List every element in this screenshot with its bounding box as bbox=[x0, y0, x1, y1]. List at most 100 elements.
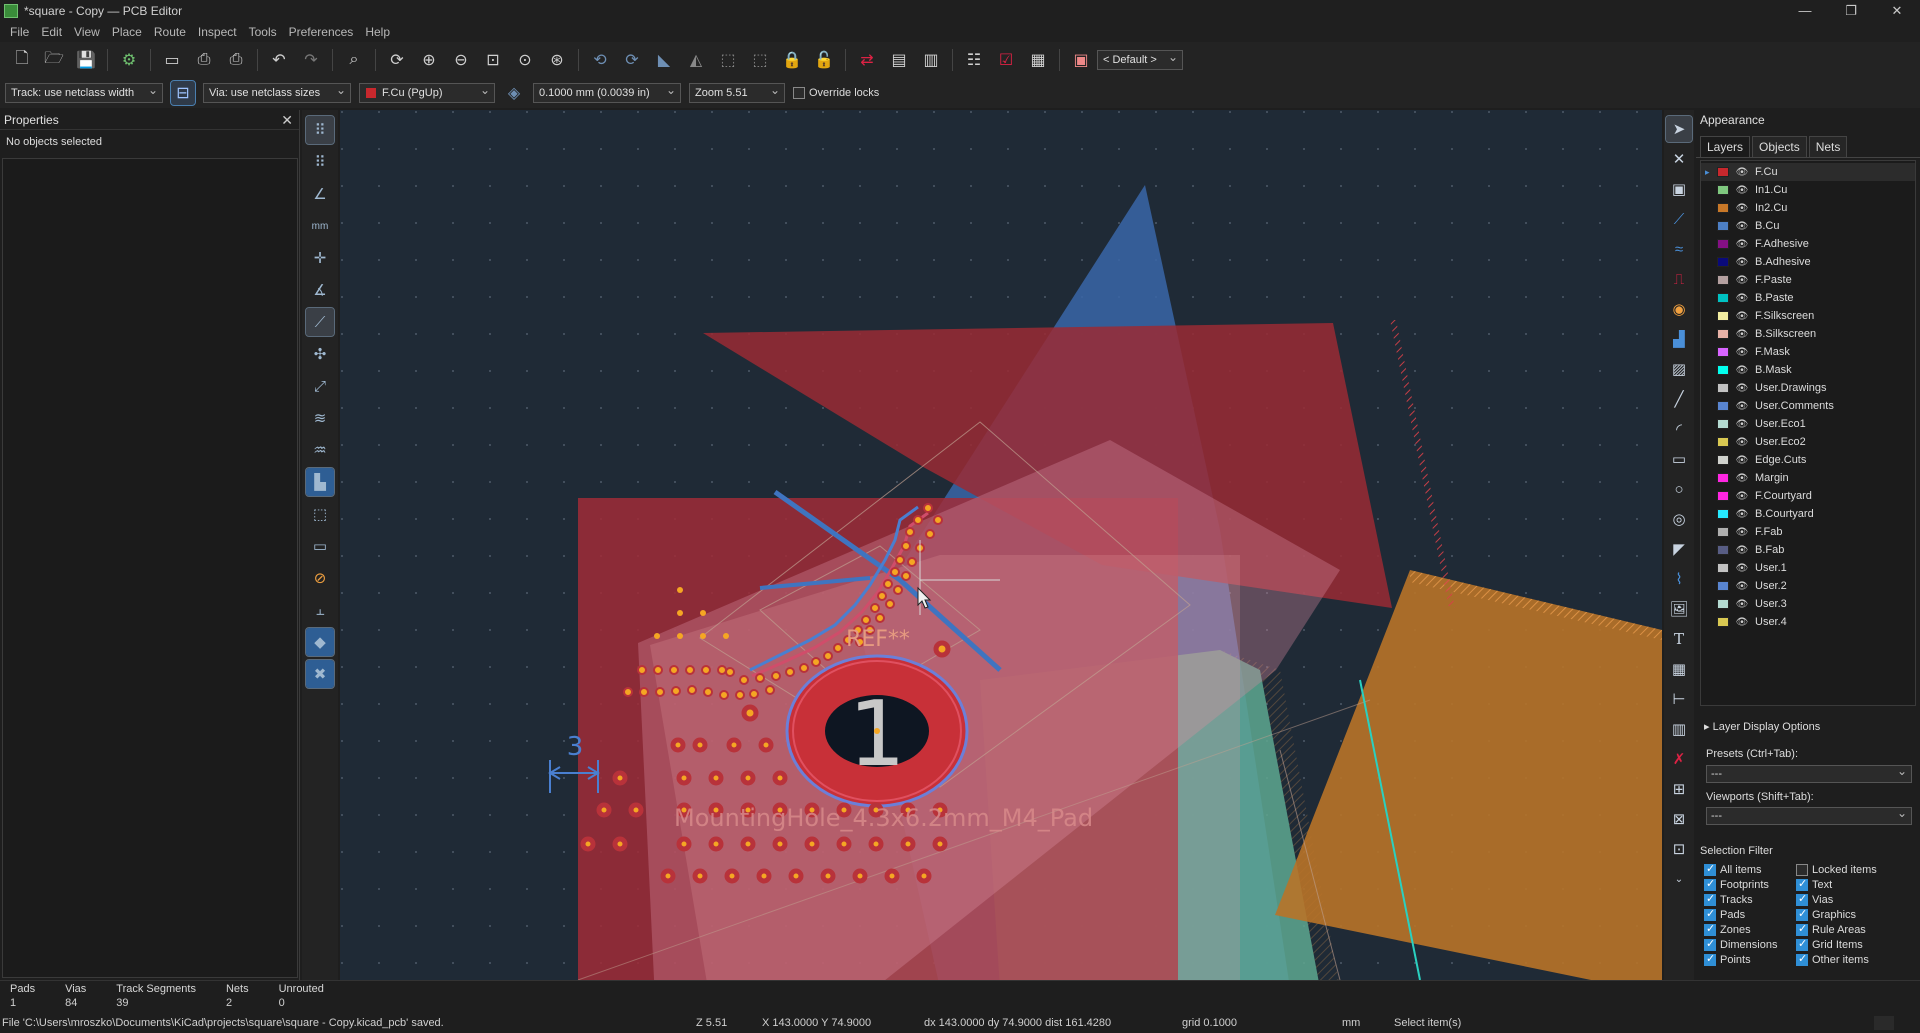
layer-row[interactable]: 👁 F.Paste bbox=[1701, 271, 1915, 289]
selection-filter-checkbox[interactable] bbox=[1704, 952, 1716, 966]
layer-row[interactable]: 👁 User.4 bbox=[1701, 613, 1915, 631]
selection-filter-item[interactable]: Zones bbox=[1704, 922, 1796, 936]
layer-row[interactable]: 👁 B.Fab bbox=[1701, 541, 1915, 559]
selection-filter-checkbox[interactable] bbox=[1796, 952, 1808, 966]
plot-icon[interactable]: ⎙ bbox=[223, 47, 249, 73]
visibility-eye-icon[interactable]: 👁 bbox=[1735, 221, 1749, 232]
visibility-eye-icon[interactable]: 👁 bbox=[1735, 581, 1749, 592]
viewport-preset-select[interactable]: < Default > bbox=[1097, 48, 1183, 70]
redo-icon[interactable]: ↷ bbox=[298, 47, 324, 73]
layer-color-swatch[interactable] bbox=[1717, 599, 1729, 609]
track-outline-icon[interactable]: ⫠ bbox=[306, 596, 334, 624]
grid-select[interactable]: 0.1000 mm (0.0039 in) bbox=[533, 81, 681, 103]
layer-row[interactable]: 👁 F.Courtyard bbox=[1701, 487, 1915, 505]
angle-snap-icon[interactable]: ∡ bbox=[306, 276, 334, 304]
units-mm-icon[interactable]: mm bbox=[306, 212, 334, 240]
zoom-fit-icon[interactable]: ⊡ bbox=[480, 47, 506, 73]
draw-line-icon[interactable]: ╱ bbox=[1666, 386, 1692, 412]
grid-dots-icon[interactable]: ⠿ bbox=[305, 115, 335, 145]
tab-nets[interactable]: Nets bbox=[1808, 136, 1848, 157]
zone-fill-icon[interactable]: ▙ bbox=[305, 467, 335, 497]
add-point-icon[interactable]: ⌇ bbox=[1666, 566, 1692, 592]
menu-help[interactable]: Help bbox=[365, 25, 390, 39]
ratsnest-lines-icon[interactable]: ⤢ bbox=[306, 372, 334, 400]
rotate-cw-icon[interactable]: ⟳ bbox=[619, 47, 645, 73]
mirror-horizontal-icon[interactable]: ◭ bbox=[683, 47, 709, 73]
layer-row[interactable]: 👁 User.1 bbox=[1701, 559, 1915, 577]
layer-color-swatch[interactable] bbox=[1717, 257, 1729, 267]
place-footprint-icon[interactable]: ▣ bbox=[1666, 176, 1692, 202]
layer-row[interactable]: 👁 In2.Cu bbox=[1701, 199, 1915, 217]
selection-filter-item[interactable]: Vias bbox=[1796, 892, 1906, 906]
selection-filter-checkbox[interactable] bbox=[1704, 877, 1716, 891]
selection-filter-checkbox[interactable] bbox=[1704, 907, 1716, 921]
select-tool-icon[interactable]: ➤ bbox=[1665, 115, 1693, 143]
layer-color-swatch[interactable] bbox=[1717, 419, 1729, 429]
selection-filter-checkbox[interactable] bbox=[1704, 922, 1716, 936]
pcb-canvas[interactable]: 1 REF** 3 MountingHole_4.3x6.2mm_M4_Pad bbox=[340, 110, 1662, 980]
selection-filter-item[interactable]: Graphics bbox=[1796, 907, 1906, 921]
layer-row[interactable]: 👁 B.Mask bbox=[1701, 361, 1915, 379]
selection-filter-item[interactable]: Pads bbox=[1704, 907, 1796, 921]
visibility-eye-icon[interactable]: 👁 bbox=[1735, 257, 1749, 268]
grid-origin-icon[interactable]: ⊞ bbox=[1666, 776, 1692, 802]
layer-row[interactable]: 👁 In1.Cu bbox=[1701, 181, 1915, 199]
menu-tools[interactable]: Tools bbox=[249, 25, 277, 39]
layer-row[interactable]: 👁 User.Comments bbox=[1701, 397, 1915, 415]
draw-polygon-icon[interactable]: ◤ bbox=[1666, 536, 1692, 562]
selection-filter-item[interactable]: Text bbox=[1796, 877, 1906, 891]
layer-color-swatch[interactable] bbox=[1717, 617, 1729, 627]
layer-color-swatch[interactable] bbox=[1717, 563, 1729, 573]
selection-filter-item[interactable]: Rule Areas bbox=[1796, 922, 1906, 936]
track-width-select[interactable]: Track: use netclass width bbox=[5, 81, 163, 103]
menu-view[interactable]: View bbox=[74, 25, 100, 39]
visibility-eye-icon[interactable]: 👁 bbox=[1735, 347, 1749, 358]
add-image-icon[interactable]: 🖼 bbox=[1666, 596, 1692, 622]
layer-color-swatch[interactable] bbox=[1717, 167, 1729, 177]
visibility-eye-icon[interactable]: 👁 bbox=[1735, 311, 1749, 322]
layer-row[interactable]: 👁 B.Paste bbox=[1701, 289, 1915, 307]
zoom-in-icon[interactable]: ⊕ bbox=[416, 47, 442, 73]
ratsnest-icon[interactable]: ⟋ bbox=[305, 307, 335, 337]
route-track-icon[interactable]: ⟋ bbox=[1666, 206, 1692, 232]
net-color-icon[interactable]: ♒ bbox=[306, 436, 334, 464]
grid-override-icon[interactable]: ⠿ bbox=[306, 148, 334, 176]
layer-color-swatch[interactable] bbox=[1717, 239, 1729, 249]
find-icon[interactable]: ⌕ bbox=[341, 47, 367, 73]
measure-tool-icon[interactable]: ⊡ bbox=[1666, 836, 1692, 862]
override-locks-checkbox[interactable]: Override locks bbox=[793, 87, 879, 99]
page-settings-icon[interactable]: ▭ bbox=[159, 47, 185, 73]
selection-filter-item[interactable]: All items bbox=[1704, 862, 1796, 876]
layer-row[interactable]: 👁 User.Eco1 bbox=[1701, 415, 1915, 433]
local-ratsnest-icon[interactable]: ✕ bbox=[1666, 146, 1692, 172]
visibility-eye-icon[interactable]: 👁 bbox=[1735, 527, 1749, 538]
visibility-eye-icon[interactable]: 👁 bbox=[1735, 419, 1749, 430]
open-board-icon[interactable]: 🗁 bbox=[41, 47, 67, 73]
lock-icon[interactable]: 🔒 bbox=[779, 47, 805, 73]
visibility-eye-icon[interactable]: 👁 bbox=[1735, 491, 1749, 502]
add-table-icon[interactable]: ▦ bbox=[1666, 656, 1692, 682]
drc-icon[interactable]: ☑ bbox=[993, 47, 1019, 73]
polar-coords-icon[interactable]: ∠ bbox=[306, 180, 334, 208]
rotate-ccw-icon[interactable]: ⟲ bbox=[587, 47, 613, 73]
selection-filter-item[interactable]: Dimensions bbox=[1704, 937, 1796, 951]
update-pcb-from-schematic-icon[interactable]: ⇄ bbox=[854, 47, 880, 73]
add-via-icon[interactable]: ◉ bbox=[1666, 296, 1692, 322]
visibility-eye-icon[interactable]: 👁 bbox=[1735, 509, 1749, 520]
zoom-objects-icon[interactable]: ⊙ bbox=[512, 47, 538, 73]
visibility-eye-icon[interactable]: 👁 bbox=[1735, 473, 1749, 484]
layer-row[interactable]: 👁 User.2 bbox=[1701, 577, 1915, 595]
layer-color-swatch[interactable] bbox=[1717, 509, 1729, 519]
selection-filter-checkbox[interactable] bbox=[1796, 892, 1808, 906]
footprint-editor-icon[interactable]: ▥ bbox=[918, 47, 944, 73]
pad-outline-icon[interactable]: ▭ bbox=[306, 532, 334, 560]
layer-color-swatch[interactable] bbox=[1717, 185, 1729, 195]
selection-filter-checkbox[interactable] bbox=[1704, 937, 1716, 951]
print-icon[interactable]: ⎙ bbox=[191, 47, 217, 73]
layer-color-swatch[interactable] bbox=[1717, 275, 1729, 285]
zoom-select[interactable]: Zoom 5.51 bbox=[689, 81, 785, 103]
visibility-eye-icon[interactable]: 👁 bbox=[1735, 401, 1749, 412]
selection-filter-item[interactable]: Tracks bbox=[1704, 892, 1796, 906]
selection-filter-checkbox[interactable] bbox=[1796, 863, 1808, 876]
layers-manager-icon[interactable]: ◆ bbox=[305, 627, 335, 657]
